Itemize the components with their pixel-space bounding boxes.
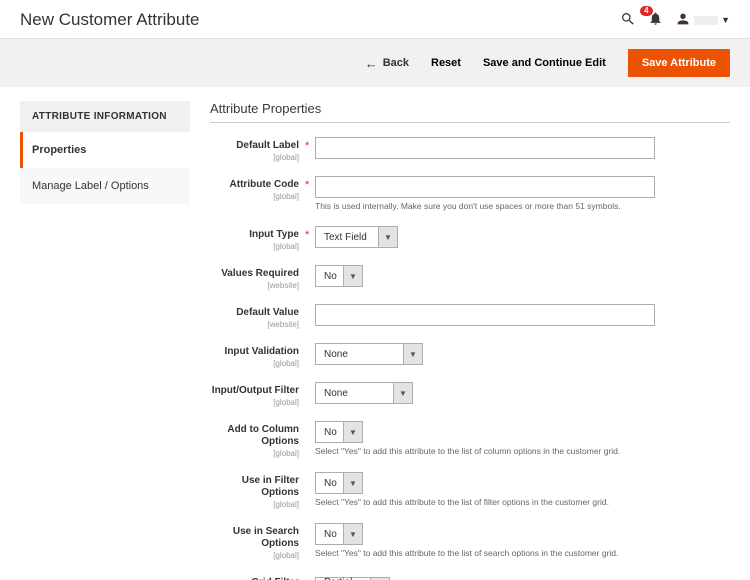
notifications-button[interactable]: 4 xyxy=(648,11,663,29)
chevron-down-icon: ▼ xyxy=(404,344,422,364)
chevron-down-icon: ▼ xyxy=(379,227,397,247)
admin-name xyxy=(694,16,718,25)
add-column-select[interactable]: No ▼ xyxy=(315,421,363,443)
chevron-down-icon: ▼ xyxy=(344,524,362,544)
attribute-code-input[interactable] xyxy=(315,176,655,198)
save-button[interactable]: Save Attribute xyxy=(628,49,730,77)
label-io-filter: Input/Output Filter xyxy=(210,385,299,397)
section-title: Attribute Properties xyxy=(210,101,730,123)
search-icon[interactable] xyxy=(620,11,636,30)
sidebar-heading: ATTRIBUTE INFORMATION xyxy=(20,101,190,132)
label-filter-options: Use in Filter Options xyxy=(210,475,299,499)
chevron-down-icon: ▼ xyxy=(344,473,362,493)
label-default-label: Default Label xyxy=(210,140,299,152)
input-type-select[interactable]: Text Field ▼ xyxy=(315,226,398,248)
chevron-down-icon: ▼ xyxy=(344,422,362,442)
attribute-code-help: This is used internally. Make sure you d… xyxy=(315,201,655,212)
reset-button[interactable]: Reset xyxy=(431,57,461,69)
default-label-input[interactable] xyxy=(315,137,655,159)
search-options-select[interactable]: No ▼ xyxy=(315,523,363,545)
bell-icon xyxy=(648,15,663,29)
values-required-select[interactable]: No ▼ xyxy=(315,265,363,287)
label-default-value: Default Value xyxy=(210,307,299,319)
sidebar-item-manage-labels[interactable]: Manage Label / Options xyxy=(20,168,190,204)
notification-badge: 4 xyxy=(640,6,652,16)
label-add-column: Add to Column Options xyxy=(210,424,299,448)
chevron-down-icon: ▼ xyxy=(344,266,362,286)
add-column-help: Select "Yes" to add this attribute to th… xyxy=(315,446,655,457)
label-values-required: Values Required xyxy=(210,268,299,280)
chevron-down-icon: ▼ xyxy=(394,383,412,403)
label-input-validation: Input Validation xyxy=(210,346,299,358)
search-options-help: Select "Yes" to add this attribute to th… xyxy=(315,548,655,559)
page-title: New Customer Attribute xyxy=(20,10,620,30)
filter-options-help: Select "Yes" to add this attribute to th… xyxy=(315,497,655,508)
user-icon xyxy=(675,11,691,30)
sidebar-item-properties[interactable]: Properties xyxy=(20,132,190,168)
label-input-type: Input Type xyxy=(210,229,299,241)
default-value-input[interactable] xyxy=(315,304,655,326)
account-menu[interactable]: ▼ xyxy=(675,11,730,30)
back-button[interactable]: ← Back xyxy=(365,56,409,71)
label-attribute-code: Attribute Code xyxy=(210,179,299,191)
chevron-down-icon: ▼ xyxy=(721,15,730,25)
save-continue-button[interactable]: Save and Continue Edit xyxy=(483,57,606,69)
input-validation-select[interactable]: None ▼ xyxy=(315,343,423,365)
io-filter-select[interactable]: None ▼ xyxy=(315,382,413,404)
label-search-options: Use in Search Options xyxy=(210,526,299,550)
filter-options-select[interactable]: No ▼ xyxy=(315,472,363,494)
back-label: Back xyxy=(383,57,409,69)
arrow-left-icon: ← xyxy=(365,56,378,71)
